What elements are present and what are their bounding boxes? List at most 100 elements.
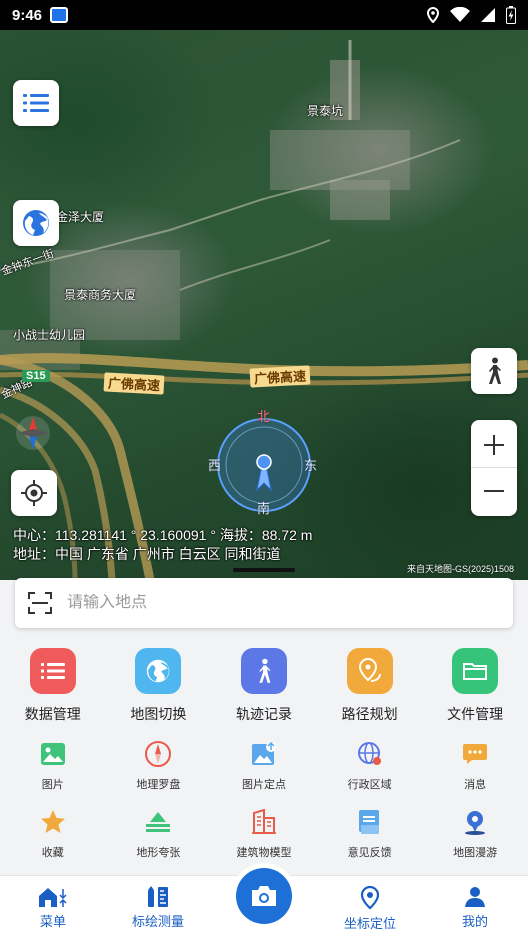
plus-icon [484,434,504,455]
map-switch-tile [135,648,182,694]
globe-icon [147,659,170,683]
nav-measure-label: 标绘测量 [131,914,184,929]
track-record-tile [240,648,287,694]
my-location-button[interactable] [11,470,57,516]
data-management-tile [29,648,76,694]
feature-label: 文件管理 [447,706,504,722]
camera-button[interactable] [236,868,292,924]
feature-label: 地图漫游 [453,847,498,859]
nav-menu[interactable]: 菜单 [13,886,93,930]
region-globe-icon [356,740,384,768]
secondary-features-row-1: 图片 地理罗盘 图片定点 行政区域 消息 [0,740,528,792]
message-icon [461,740,489,768]
building-icon [250,808,278,836]
feature-favorites[interactable]: 收藏 [0,808,106,860]
feature-feedback[interactable]: 意见反馈 [317,808,423,860]
feature-file-management[interactable]: 文件管理 [422,648,528,724]
ruler-pencil-icon [148,886,168,907]
nav-menu-label: 菜单 [39,914,66,929]
feature-admin-region[interactable]: 行政区域 [317,740,423,792]
location-status-icon [426,7,440,23]
compass-needle-icon [16,416,50,450]
zoom-out-button[interactable] [471,468,517,514]
picture-icon [39,740,67,768]
feature-geo-compass[interactable]: 地理罗盘 [106,740,212,792]
coordinate-info: 中心：113.281141 ° 23.160091 ° 海拔：88.72 m 地… [13,526,312,564]
feature-route-planning[interactable]: 路径规划 [317,648,423,724]
status-time: 9:46 [12,6,43,24]
feature-label: 收藏 [41,847,64,859]
signal-icon [481,8,495,22]
nav-mine-label: 我的 [461,914,488,929]
poi-jingtaikeng[interactable]: 景泰坑 [307,102,343,119]
feature-photo-location[interactable]: 图片定点 [211,740,317,792]
folder-icon [463,663,488,680]
location-pin-icon [360,886,380,910]
panel-drag-handle[interactable] [233,568,295,572]
feature-label: 数据管理 [24,706,81,722]
feature-track-record[interactable]: 轨迹记录 [211,648,317,724]
scan-icon[interactable] [27,591,53,615]
poi-kindergarten[interactable]: 小战士幼儿园 [13,326,85,343]
feature-messages[interactable]: 消息 [422,740,528,792]
feature-label: 地图切换 [130,706,187,722]
compass-east: 东 [304,458,318,473]
layer-list-button[interactable] [13,80,59,126]
minus-icon [484,490,504,492]
zoom-in-button[interactable] [471,422,517,468]
center-coordinates: 中心：113.281141 ° 23.160091 ° 海拔：88.72 m [13,527,313,543]
roam-pin-icon [461,808,489,836]
feature-pictures[interactable]: 图片 [0,740,106,792]
feature-label: 路径规划 [341,706,398,722]
satellite-map[interactable]: 景泰坑 金泽大厦 景泰商务大厦 小战士幼儿园 金钟东一街 金神路 S15 广佛高… [0,30,528,580]
star-icon [39,808,67,836]
map-style-button[interactable] [13,200,59,246]
user-icon [465,887,485,907]
nav-mine[interactable]: 我的 [435,886,515,930]
feature-label: 消息 [464,779,487,791]
feature-label: 地理罗盘 [136,779,181,791]
compass-icon [144,740,172,768]
battery-icon [506,6,516,24]
nav-measure[interactable]: 标绘测量 [118,886,198,930]
map-attribution: 来自天地图-GS(2025)1508 [406,564,514,574]
feature-label: 建筑物模型 [236,847,292,859]
list-icon [23,94,49,112]
feature-label: 轨迹记录 [235,706,292,722]
secondary-features-row-2: 收藏 地形夸张 建筑物模型 意见反馈 地图漫游 [0,808,528,860]
feature-label: 行政区域 [347,779,392,791]
feature-map-roaming[interactable]: 地图漫游 [422,808,528,860]
walker-icon [489,357,501,384]
camera-icon [252,886,276,906]
feature-label: 图片 [41,779,64,791]
app-notification-icon [50,7,69,23]
crosshair-icon [21,480,47,506]
feature-terrain-exaggeration[interactable]: 地形夸张 [106,808,212,860]
feature-building-model[interactable]: 建筑物模型 [211,808,317,860]
search-box [15,578,513,628]
walk-mode-button[interactable] [471,348,517,394]
globe-icon [23,210,49,236]
list-icon [40,663,65,679]
route-planning-tile [346,648,393,694]
terrain-icon [144,808,172,836]
wifi-icon [450,7,470,22]
feature-data-management[interactable]: 数据管理 [0,648,106,724]
main-features: 数据管理 地图切换 轨迹记录 路径规划 文件管理 [0,648,528,724]
nav-locate[interactable]: 坐标定位 [330,886,410,932]
compass-south: 南 [257,501,271,516]
status-icons [426,6,516,24]
feature-label: 图片定点 [241,779,286,791]
compass-north: 北 [257,409,271,424]
search-input[interactable] [67,594,467,612]
zoom-control [471,420,517,516]
north-compass-button[interactable] [15,415,51,451]
poi-jingtai-business[interactable]: 景泰商务大厦 [64,286,136,303]
feedback-icon [356,808,384,836]
highway-name-2: 广佛高速 [249,365,311,388]
walker-icon [259,658,271,683]
feature-map-switch[interactable]: 地图切换 [106,648,212,724]
status-bar: 9:46 [0,0,528,30]
poi-jinze-building[interactable]: 金泽大厦 [56,208,104,225]
file-management-tile [452,648,499,694]
